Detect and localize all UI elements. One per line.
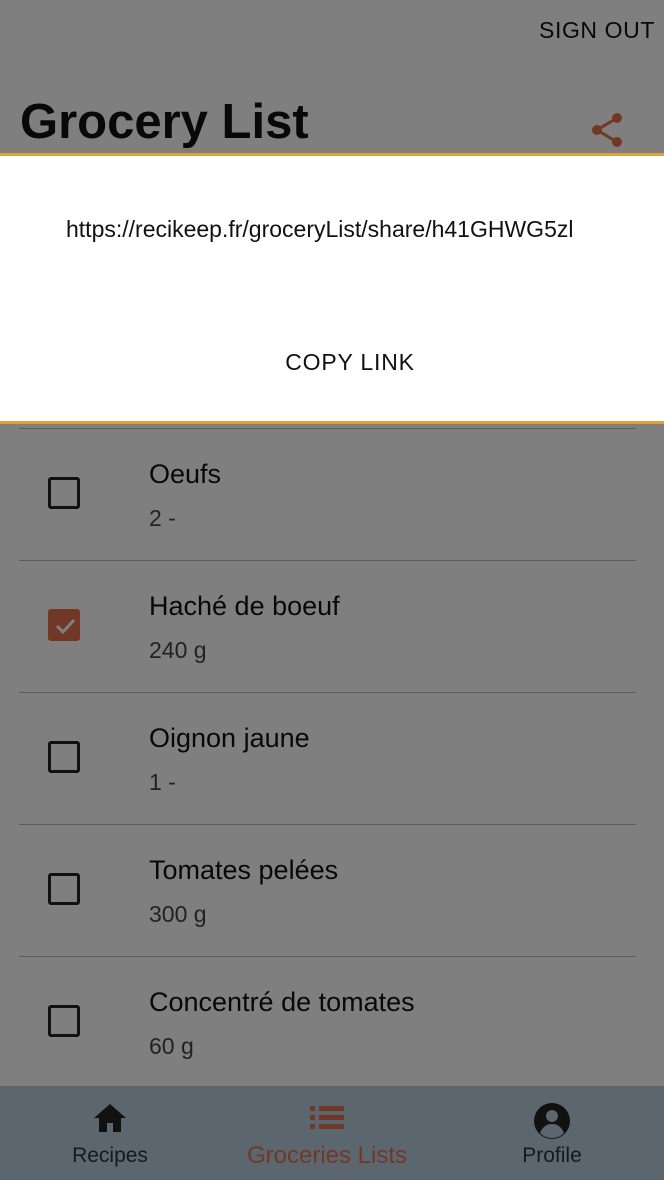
share-url: https://recikeep.fr/groceryList/share/h4… <box>66 216 574 242</box>
share-link-dialog: https://recikeep.fr/groceryList/share/h4… <box>0 153 664 424</box>
copy-link-button[interactable]: COPY LINK <box>250 342 450 382</box>
